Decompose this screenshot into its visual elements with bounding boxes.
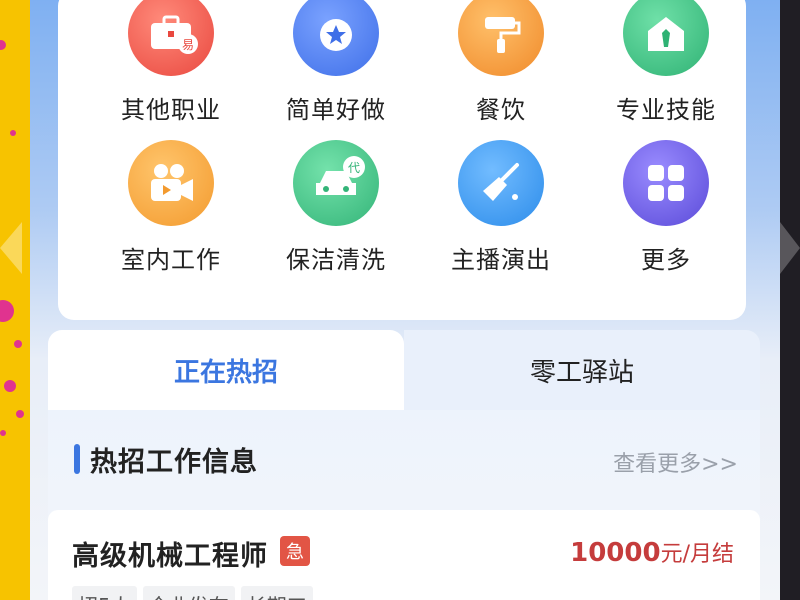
job-tag: 招5人 <box>72 586 137 600</box>
section-title: 热招工作信息 <box>90 447 258 478</box>
category-label: 更多 <box>641 246 691 274</box>
decor-dot <box>0 40 6 50</box>
job-title: 高级机械工程师 <box>72 541 268 572</box>
car-wash-icon: 代 <box>293 140 379 226</box>
job-salary: 10000元/月结 <box>570 536 734 568</box>
medal-star-icon <box>293 0 379 76</box>
category-grid: 易 其他职业 简单好做 餐饮 专业技能 室内工作 代 保洁清洗 主播演出 更多 <box>58 0 746 320</box>
category-label: 保洁清洗 <box>286 246 386 274</box>
left-decor-strip <box>0 0 30 600</box>
decor-dot <box>14 340 22 348</box>
decor-dot <box>0 300 14 322</box>
briefcase-icon: 易 <box>128 0 214 76</box>
decor-dot <box>4 380 16 392</box>
job-card[interactable]: 高级机械工程师 急 10000元/月结 招5人 企业发布 长期工 <box>48 510 760 600</box>
job-tag: 企业发布 <box>142 586 235 600</box>
decor-dot <box>16 410 24 418</box>
hot-jobs-panel: 热招工作信息 查看更多>> 高级机械工程师 急 10000元/月结 招5人 企业… <box>48 410 760 600</box>
category-catering[interactable]: 餐饮 <box>426 0 576 130</box>
decor-dot <box>10 130 16 136</box>
category-label: 室内工作 <box>121 246 221 274</box>
tab-gig-station[interactable]: 零工驿站 <box>404 330 760 410</box>
category-label: 简单好做 <box>286 96 386 124</box>
section-accent-bar <box>74 444 80 474</box>
category-label: 专业技能 <box>616 96 716 124</box>
salary-amount: 10000 <box>570 538 661 568</box>
category-badge: 代 <box>343 156 365 178</box>
urgent-badge: 急 <box>280 536 310 566</box>
video-camera-icon <box>128 140 214 226</box>
category-label: 餐饮 <box>476 96 526 124</box>
category-indoor-work[interactable]: 室内工作 <box>96 140 246 280</box>
category-badge: 易 <box>178 34 198 54</box>
job-tags: 招5人 企业发布 长期工 <box>72 586 313 600</box>
salary-unit: 元/月结 <box>660 542 734 567</box>
broom-icon <box>458 140 544 226</box>
job-tabs: 正在热招 零工驿站 <box>48 330 760 410</box>
app-screen: 易 其他职业 简单好做 餐饮 专业技能 室内工作 代 保洁清洗 主播演出 更多 … <box>30 0 780 600</box>
decor-dot <box>0 430 6 436</box>
category-professional-skills[interactable]: 专业技能 <box>591 0 741 130</box>
job-tag: 长期工 <box>240 586 313 600</box>
category-other-jobs[interactable]: 易 其他职业 <box>96 0 246 130</box>
category-more[interactable]: 更多 <box>591 140 741 280</box>
see-more-link[interactable]: 查看更多>> <box>613 446 738 478</box>
category-streaming[interactable]: 主播演出 <box>426 140 576 280</box>
next-arrow-icon[interactable] <box>780 222 800 274</box>
category-label: 主播演出 <box>451 246 551 274</box>
tab-hot-hiring[interactable]: 正在热招 <box>48 330 404 410</box>
prev-arrow-icon[interactable] <box>0 222 22 274</box>
category-cleaning[interactable]: 代 保洁清洗 <box>261 140 411 280</box>
grid-more-icon <box>623 140 709 226</box>
category-simple-jobs[interactable]: 简单好做 <box>261 0 411 130</box>
category-label: 其他职业 <box>121 96 221 124</box>
house-tie-icon <box>623 0 709 76</box>
paint-roller-icon <box>458 0 544 76</box>
right-decor-strip <box>780 0 800 600</box>
